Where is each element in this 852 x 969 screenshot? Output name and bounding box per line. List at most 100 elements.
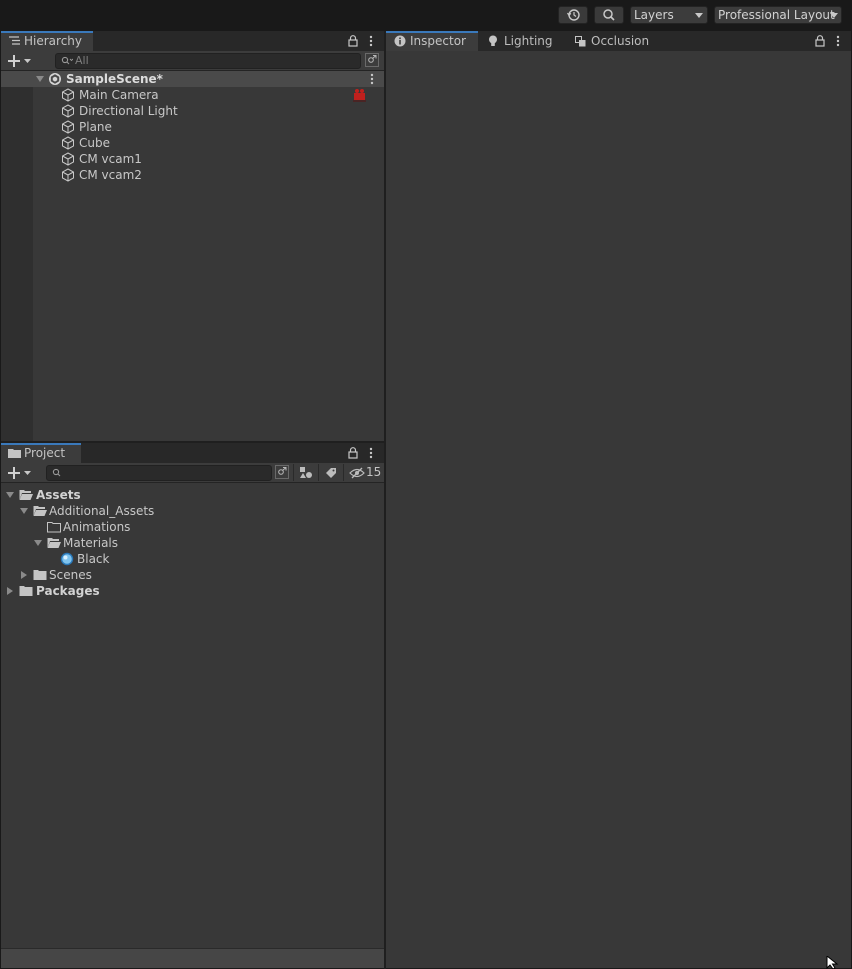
chevron-down-icon[interactable] <box>19 507 29 515</box>
project-tabbar: Project <box>1 443 384 463</box>
object-name: Cube <box>79 136 110 150</box>
tree-item-additional-assets[interactable]: Additional_Assets <box>1 503 384 519</box>
undo-history-button[interactable] <box>558 6 588 24</box>
filter-by-label-button[interactable] <box>318 464 343 481</box>
gameobject-cube-icon <box>62 120 74 134</box>
tab-project-label: Project <box>24 446 66 460</box>
tree-label: Scenes <box>49 568 92 582</box>
chevron-right-icon[interactable] <box>20 570 28 580</box>
list-item[interactable]: CM vcam2 <box>1 167 384 183</box>
object-name: Directional Light <box>79 104 178 118</box>
tree-item-assets[interactable]: Assets <box>1 487 384 503</box>
project-toolbar: 15 <box>1 463 384 483</box>
tree-label: Assets <box>36 488 81 502</box>
kebab-menu-icon[interactable] <box>835 34 841 48</box>
inspector-tabbar: Inspector Lighting Occlusion <box>386 31 851 51</box>
chevron-down-icon[interactable] <box>33 539 43 547</box>
kebab-menu-icon[interactable] <box>369 72 375 86</box>
hierarchy-panel: Hierarchy All SampleScene* Main Camera D… <box>1 31 384 441</box>
folder-open-icon <box>19 490 33 500</box>
layout-dropdown[interactable]: Professional Layout <box>714 6 842 24</box>
project-search-input[interactable] <box>46 465 272 481</box>
gameobject-cube-icon <box>62 104 74 118</box>
search-options-button[interactable] <box>275 465 289 479</box>
tab-project[interactable]: Project <box>1 443 81 463</box>
kebab-menu-icon[interactable] <box>368 34 374 48</box>
lightbulb-icon <box>489 35 497 46</box>
filter-by-type-icon <box>300 467 312 478</box>
folder-icon <box>47 522 61 533</box>
inspector-panel: Inspector Lighting Occlusion <box>386 31 851 968</box>
list-item[interactable]: Directional Light <box>1 103 384 119</box>
tab-inspector-label: Inspector <box>410 34 466 48</box>
tree-item-materials[interactable]: Materials <box>1 535 384 551</box>
search-window-icon <box>278 467 287 475</box>
hidden-packages-toggle[interactable]: 15 <box>343 464 384 481</box>
chevron-down-icon <box>830 13 838 18</box>
layout-dropdown-label: Professional Layout <box>718 8 835 22</box>
search-options-button[interactable] <box>365 53 379 67</box>
chevron-down-icon[interactable] <box>5 491 15 499</box>
chevron-down-icon[interactable] <box>35 75 45 83</box>
search-window-icon <box>368 55 377 63</box>
history-icon <box>566 9 580 21</box>
scene-header-row[interactable]: SampleScene* <box>1 71 384 87</box>
tab-hierarchy[interactable]: Hierarchy <box>1 31 93 51</box>
unity-scene-icon <box>49 73 61 85</box>
gameobject-cube-icon <box>62 136 74 150</box>
camera-gizmo-icon <box>353 89 366 102</box>
tree-item-black-material[interactable]: Black <box>1 551 384 567</box>
info-icon <box>394 35 406 47</box>
object-name: Main Camera <box>79 88 159 102</box>
list-item[interactable]: CM vcam1 <box>1 151 384 167</box>
tab-occlusion[interactable]: Occlusion <box>568 31 662 51</box>
global-search-button[interactable] <box>594 6 624 24</box>
filter-by-type-button[interactable] <box>293 464 318 481</box>
hierarchy-list-icon <box>9 36 20 45</box>
search-icon <box>603 9 615 21</box>
hierarchy-toolbar: All <box>1 51 384 71</box>
gameobject-cube-icon <box>62 152 74 166</box>
folder-icon <box>33 570 47 580</box>
plus-icon <box>8 55 31 67</box>
tree-item-scenes[interactable]: Scenes <box>1 567 384 583</box>
lock-icon[interactable] <box>348 447 358 459</box>
search-placeholder: All <box>75 54 89 67</box>
folder-icon <box>19 586 33 596</box>
tree-label: Additional_Assets <box>49 504 155 518</box>
create-button[interactable] <box>5 53 35 69</box>
list-item[interactable]: Plane <box>1 119 384 135</box>
folder-open-icon <box>33 506 47 516</box>
occlusion-icon <box>575 36 586 47</box>
lock-icon[interactable] <box>815 35 825 47</box>
kebab-menu-icon[interactable] <box>368 446 374 460</box>
lock-icon[interactable] <box>348 35 358 47</box>
chevron-down-icon <box>695 13 703 18</box>
folder-open-icon <box>47 538 61 548</box>
layers-dropdown[interactable]: Layers <box>630 6 708 24</box>
chevron-right-icon[interactable] <box>6 586 14 596</box>
object-name: Plane <box>79 120 112 134</box>
plus-icon <box>8 467 31 479</box>
hierarchy-tabbar: Hierarchy <box>1 31 384 51</box>
object-name: CM vcam2 <box>79 168 142 182</box>
tab-lighting[interactable]: Lighting <box>482 31 562 51</box>
tab-occlusion-label: Occlusion <box>591 34 650 48</box>
list-item[interactable]: Main Camera <box>1 87 384 103</box>
create-button[interactable] <box>5 465 35 481</box>
layers-dropdown-label: Layers <box>634 8 674 22</box>
project-panel: Project 15 Assets Additional_Assets Anim… <box>1 443 384 968</box>
mouse-cursor-icon <box>826 956 839 969</box>
hierarchy-search-input[interactable]: All <box>55 53 361 69</box>
object-name: CM vcam1 <box>79 152 142 166</box>
tag-icon <box>326 468 336 478</box>
eye-slash-icon <box>349 467 365 479</box>
list-item[interactable]: Cube <box>1 135 384 151</box>
tab-inspector[interactable]: Inspector <box>386 31 478 51</box>
gameobject-cube-icon <box>62 88 74 102</box>
tree-item-packages[interactable]: Packages <box>1 583 384 599</box>
project-status-bar <box>1 948 384 968</box>
tree-label: Packages <box>36 584 100 598</box>
gameobject-cube-icon <box>62 168 74 182</box>
tree-item-animations[interactable]: Animations <box>1 519 384 535</box>
